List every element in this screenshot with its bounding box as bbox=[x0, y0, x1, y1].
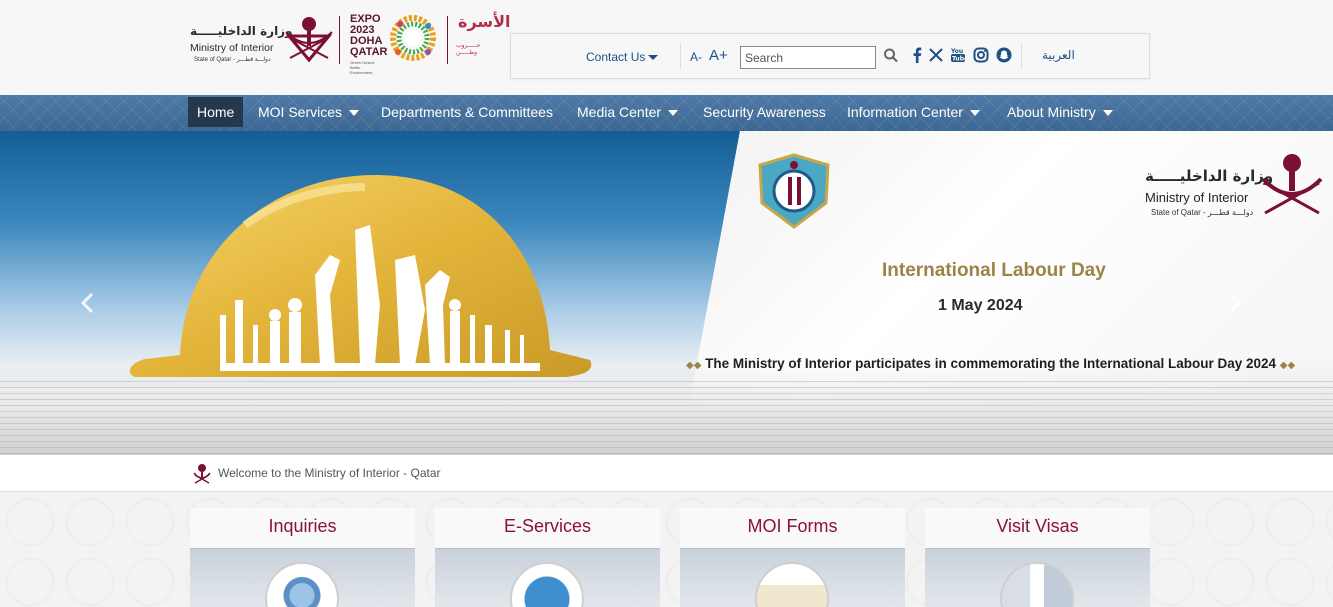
nav-item-label: MOI Services bbox=[258, 104, 343, 120]
welcome-text: Welcome to the Ministry of Interior - Qa… bbox=[218, 466, 441, 480]
family-logo[interactable]: الأسرة حـــــروب وطـــــن bbox=[456, 12, 511, 68]
diamond-icon: ◆◆ bbox=[1279, 360, 1296, 371]
nav-item-moi-services[interactable]: MOI Services bbox=[258, 97, 360, 127]
card-title: Inquiries bbox=[268, 516, 337, 536]
nav-item-label: Security Awareness bbox=[703, 104, 826, 120]
site-header: وزارة الداخليـــــة Ministry of Interior… bbox=[0, 0, 1333, 95]
nav-item-departments-committees[interactable]: Departments & Committees bbox=[381, 97, 553, 127]
card-title: Visit Visas bbox=[996, 516, 1079, 536]
nav-item-security-awareness[interactable]: Security Awareness bbox=[703, 97, 826, 127]
diamond-icon: ◆◆ bbox=[686, 360, 702, 371]
nav-item-label: About Ministry bbox=[1007, 104, 1096, 120]
family-logo-subtext: حـــــروب وطـــــن bbox=[456, 43, 481, 56]
chevron-left-icon[interactable] bbox=[80, 292, 94, 314]
snapchat-icon[interactable] bbox=[995, 45, 1013, 65]
nav-item-label: Media Center bbox=[577, 104, 662, 120]
nav-item-label: Information Center bbox=[847, 104, 963, 120]
slide-date: 1 May 2024 bbox=[938, 297, 1023, 314]
qatar-emblem-icon bbox=[193, 464, 211, 484]
hero-slider: وزارة الداخليـــــة Ministry of Interior… bbox=[0, 131, 1333, 455]
moi-logo-arabic: وزارة الداخليـــــة bbox=[190, 24, 293, 38]
expo-logo-text: EXPO 2023 DOHA QATAR bbox=[350, 13, 388, 58]
slide-moi-logo-arabic: وزارة الداخليـــــة bbox=[1145, 167, 1274, 185]
search-icon[interactable] bbox=[883, 47, 899, 65]
nav-item-home[interactable]: Home bbox=[188, 97, 244, 127]
slide-moi-logo: وزارة الداخليـــــة Ministry of Interior… bbox=[1145, 151, 1327, 221]
expo-logo-subtext: Green Desert, Better Environment bbox=[350, 60, 376, 75]
svg-text:Tube: Tube bbox=[952, 56, 966, 63]
slide-moi-logo-english: Ministry of Interior bbox=[1145, 190, 1249, 205]
caret-down-icon bbox=[969, 110, 980, 117]
youtube-icon[interactable]: YouTube bbox=[949, 45, 967, 65]
expo-flower-icon bbox=[390, 15, 436, 61]
card-e-services[interactable]: E-Services bbox=[435, 508, 660, 607]
nav-item-about-ministry[interactable]: About Ministry bbox=[1007, 97, 1113, 127]
toolbar-divider bbox=[680, 43, 681, 69]
instagram-icon[interactable] bbox=[972, 45, 990, 65]
card-title: E-Services bbox=[503, 516, 592, 536]
slide-caption[interactable]: ◆◆ The Ministry of Interior participates… bbox=[686, 356, 1295, 371]
moi-logo-state: State of Qatar - دولـــة قطـــر bbox=[194, 57, 271, 63]
svg-text:You: You bbox=[950, 48, 963, 55]
slide-title: International Labour Day bbox=[882, 260, 1106, 281]
labour-rights-badge-icon bbox=[758, 153, 830, 229]
main-navigation: Home MOI Services Departments & Committe… bbox=[0, 95, 1333, 131]
font-increase-button[interactable]: A+ bbox=[709, 47, 728, 64]
qatar-emblem-icon bbox=[285, 17, 333, 63]
nav-item-label: Home bbox=[197, 104, 235, 120]
font-decrease-button[interactable]: A- bbox=[690, 50, 702, 64]
card-inquiries[interactable]: Inquiries bbox=[190, 508, 415, 607]
search-input[interactable] bbox=[740, 46, 876, 69]
card-title: MOI Forms bbox=[747, 516, 838, 536]
slide-moi-logo-state: State of Qatar - دولـــة قطـــر bbox=[1151, 208, 1254, 217]
slide-caption-text: The Ministry of Interior participates in… bbox=[705, 356, 1277, 371]
caret-down-icon bbox=[668, 110, 679, 117]
hard-hat-illustration bbox=[129, 175, 592, 377]
nav-item-label: Departments & Committees bbox=[381, 104, 553, 120]
x-icon[interactable] bbox=[927, 45, 945, 65]
nav-item-media-center[interactable]: Media Center bbox=[577, 97, 679, 127]
chevron-right-icon[interactable] bbox=[1228, 292, 1242, 314]
caret-down-icon bbox=[349, 110, 360, 117]
moi-logo[interactable]: وزارة الداخليـــــة Ministry of Interior… bbox=[188, 12, 334, 70]
welcome-bar: Welcome to the Ministry of Interior - Qa… bbox=[0, 455, 1333, 492]
language-switch-link[interactable]: العربية bbox=[1042, 48, 1075, 62]
logo-divider bbox=[339, 16, 340, 64]
facebook-icon[interactable] bbox=[908, 45, 926, 65]
contact-us-label: Contact Us bbox=[586, 50, 646, 64]
toolbar-divider bbox=[1021, 43, 1022, 69]
caret-down-icon bbox=[648, 55, 659, 61]
card-moi-forms[interactable]: MOI Forms bbox=[680, 508, 905, 607]
caret-down-icon bbox=[1102, 110, 1113, 117]
moi-logo-english: Ministry of Interior bbox=[190, 42, 274, 54]
nav-item-information-center[interactable]: Information Center bbox=[847, 97, 980, 127]
header-toolbar: Contact Us A- A+ YouTube العربية bbox=[510, 33, 1150, 79]
qatar-emblem-icon bbox=[1261, 154, 1323, 215]
card-visit-visas[interactable]: Visit Visas bbox=[925, 508, 1150, 607]
logo-divider bbox=[447, 16, 448, 64]
contact-us-dropdown[interactable]: Contact Us bbox=[586, 50, 659, 64]
family-logo-arabic: الأسرة bbox=[458, 12, 511, 31]
